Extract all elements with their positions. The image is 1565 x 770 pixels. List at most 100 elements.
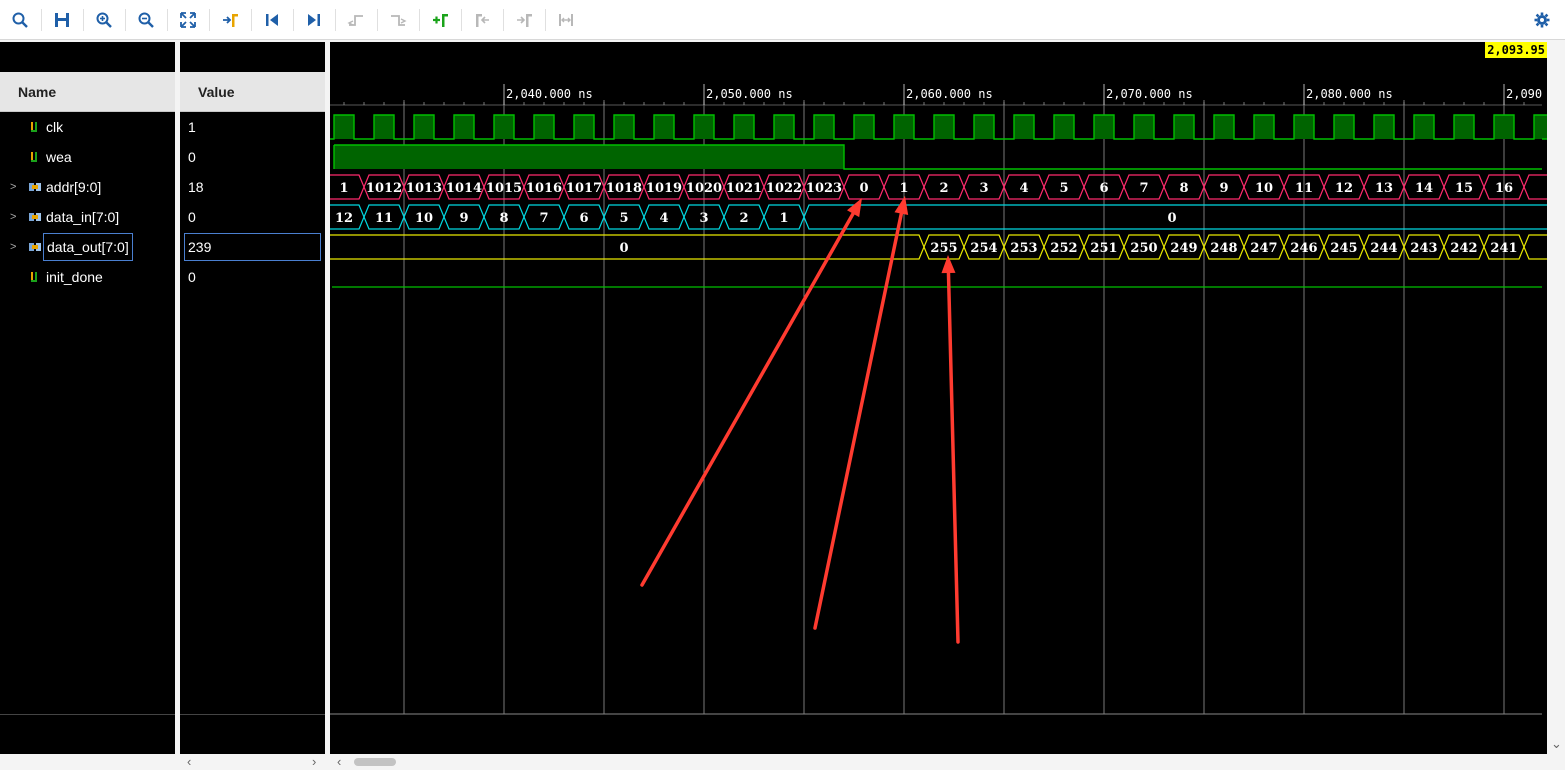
data-out-value-label: 249 bbox=[1170, 241, 1197, 256]
waveform-canvas[interactable]: 2,040.000 ns 2,050.000 ns 2,060.000 ns 2,07… bbox=[330, 42, 1547, 754]
waveform-panel[interactable]: 2,040.000 ns 2,050.000 ns 2,060.000 ns 2,07… bbox=[330, 42, 1547, 754]
clk-high-pulse bbox=[694, 115, 714, 139]
addr-value-label: 1013 bbox=[406, 181, 442, 196]
addr-value-label: 9 bbox=[1219, 181, 1228, 196]
toolbar bbox=[0, 0, 1565, 40]
names-divider bbox=[0, 714, 175, 715]
value-row-data_out[interactable]: 239 bbox=[180, 232, 325, 262]
clk-high-pulse bbox=[974, 115, 994, 139]
data-out-cell bbox=[1523, 234, 1547, 260]
signal-value: 0 bbox=[188, 269, 196, 285]
addr-value-label: 2 bbox=[939, 181, 948, 196]
names-scroll-right-icon[interactable]: › bbox=[312, 754, 316, 770]
data-in-value-label: 5 bbox=[619, 211, 628, 226]
previous-marker-button[interactable] bbox=[468, 6, 496, 34]
expand-chevron-icon[interactable]: > bbox=[10, 202, 20, 232]
save-icon bbox=[55, 13, 69, 27]
search-button[interactable] bbox=[6, 6, 34, 34]
clk-high-pulse bbox=[654, 115, 674, 139]
signal-name: data_out[7:0] bbox=[43, 233, 133, 261]
signal-row-wea[interactable]: wea bbox=[0, 142, 175, 172]
value-row-init_done[interactable]: 0 bbox=[180, 262, 325, 292]
addr-value-label: 1022 bbox=[766, 181, 802, 196]
toolbar-separator bbox=[545, 9, 546, 31]
toolbar-separator bbox=[419, 9, 420, 31]
addr-value-label: 13 bbox=[1375, 181, 1393, 196]
previous-transition-button[interactable] bbox=[342, 6, 370, 34]
data-out-value-label: 250 bbox=[1130, 241, 1157, 256]
toolbar-separator bbox=[167, 9, 168, 31]
data-out-value-label: 247 bbox=[1250, 241, 1277, 256]
expand-chevron-icon[interactable]: > bbox=[10, 232, 20, 262]
clk-high-pulse bbox=[814, 115, 834, 139]
save-button[interactable] bbox=[48, 6, 76, 34]
data-out-value-label: 242 bbox=[1450, 241, 1477, 256]
addr-value-label: 1021 bbox=[726, 181, 762, 196]
cursor-time-label: 2,093.95 bbox=[1485, 42, 1547, 58]
add-marker-icon bbox=[433, 14, 448, 27]
go-to-start-button[interactable] bbox=[258, 6, 286, 34]
signal-row-init_done[interactable]: init_done bbox=[0, 262, 175, 292]
bus-signal-icon bbox=[29, 183, 41, 191]
clk-high-pulse bbox=[934, 115, 954, 139]
previous-transition-icon bbox=[347, 15, 363, 26]
vertical-scrollbar[interactable]: ⌄ bbox=[1547, 42, 1565, 770]
go-to-cursor-button[interactable] bbox=[216, 6, 244, 34]
addr-value-label: 1019 bbox=[646, 181, 682, 196]
value-row-addr[interactable]: 18 bbox=[180, 172, 325, 202]
clk-high-pulse bbox=[454, 115, 474, 139]
signal-row-data_out[interactable]: > data_out[7:0] bbox=[0, 232, 175, 262]
clk-high-pulse bbox=[1374, 115, 1394, 139]
clk-high-pulse bbox=[1134, 115, 1154, 139]
add-marker-button[interactable] bbox=[426, 6, 454, 34]
value-row-data_in[interactable]: 0 bbox=[180, 202, 325, 232]
signal-name: init_done bbox=[46, 269, 103, 285]
bit-signal-icon bbox=[31, 152, 37, 162]
signal-row-clk[interactable]: clk bbox=[0, 112, 175, 142]
addr-value-label: 10 bbox=[1255, 181, 1273, 196]
name-column-header[interactable]: Name bbox=[0, 72, 175, 112]
zoom-fit-button[interactable] bbox=[174, 6, 202, 34]
data-in-value-label: 1 bbox=[779, 211, 788, 226]
addr-value-label: 1015 bbox=[486, 181, 522, 196]
signal-row-addr[interactable]: > addr[9:0] bbox=[0, 172, 175, 202]
go-to-end-button[interactable] bbox=[300, 6, 328, 34]
addr-value-label: 1 bbox=[899, 181, 908, 196]
addr-value-label: 11 bbox=[1295, 181, 1313, 196]
next-marker-button[interactable] bbox=[510, 6, 538, 34]
zoom-in-button[interactable] bbox=[90, 6, 118, 34]
swap-cursors-button[interactable] bbox=[552, 6, 580, 34]
bus-signal-icon bbox=[29, 213, 41, 221]
addr-value-label: 8 bbox=[1179, 181, 1188, 196]
names-scroll-left-icon[interactable]: ‹ bbox=[187, 754, 191, 770]
signal-row-data_in[interactable]: > data_in[7:0] bbox=[0, 202, 175, 232]
value-row-clk[interactable]: 1 bbox=[180, 112, 325, 142]
signal-name: addr[9:0] bbox=[46, 179, 102, 195]
swap-cursors-icon bbox=[559, 14, 573, 26]
signal-value: 18 bbox=[188, 179, 204, 195]
waveform-viewer: Name clk wea > addr[9:0] > data_in[7:0] > data_… bbox=[0, 0, 1565, 770]
data-in-tail-label: 0 bbox=[1167, 211, 1176, 226]
zoom-in-icon bbox=[96, 12, 112, 28]
data-out-waveform: 0 255 254 253 252 251 250 249 248 247 246 245 244 243… bbox=[330, 234, 1547, 260]
data-out-value-label: 251 bbox=[1090, 241, 1117, 256]
data-in-value-label: 10 bbox=[415, 211, 433, 226]
settings-button[interactable] bbox=[1528, 6, 1556, 34]
value-row-wea[interactable]: 0 bbox=[180, 142, 325, 172]
zoom-out-button[interactable] bbox=[132, 6, 160, 34]
clk-high-pulse bbox=[854, 115, 874, 139]
toolbar-separator bbox=[293, 9, 294, 31]
scroll-down-icon[interactable]: ⌄ bbox=[1551, 736, 1562, 752]
next-transition-button[interactable] bbox=[384, 6, 412, 34]
value-column-header[interactable]: Value bbox=[180, 72, 325, 112]
horizontal-scroll-thumb[interactable] bbox=[354, 758, 396, 766]
expand-chevron-icon[interactable]: > bbox=[10, 172, 20, 202]
wave-scroll-left-icon[interactable]: ‹ bbox=[337, 754, 341, 770]
toolbar-separator bbox=[377, 9, 378, 31]
clk-high-pulse bbox=[1454, 115, 1474, 139]
addr-value-label: 1014 bbox=[446, 181, 482, 196]
clk-high-pulse bbox=[1094, 115, 1114, 139]
toolbar-separator bbox=[335, 9, 336, 31]
addr-value-label: 16 bbox=[1495, 181, 1513, 196]
clk-high-pulse bbox=[1294, 115, 1314, 139]
